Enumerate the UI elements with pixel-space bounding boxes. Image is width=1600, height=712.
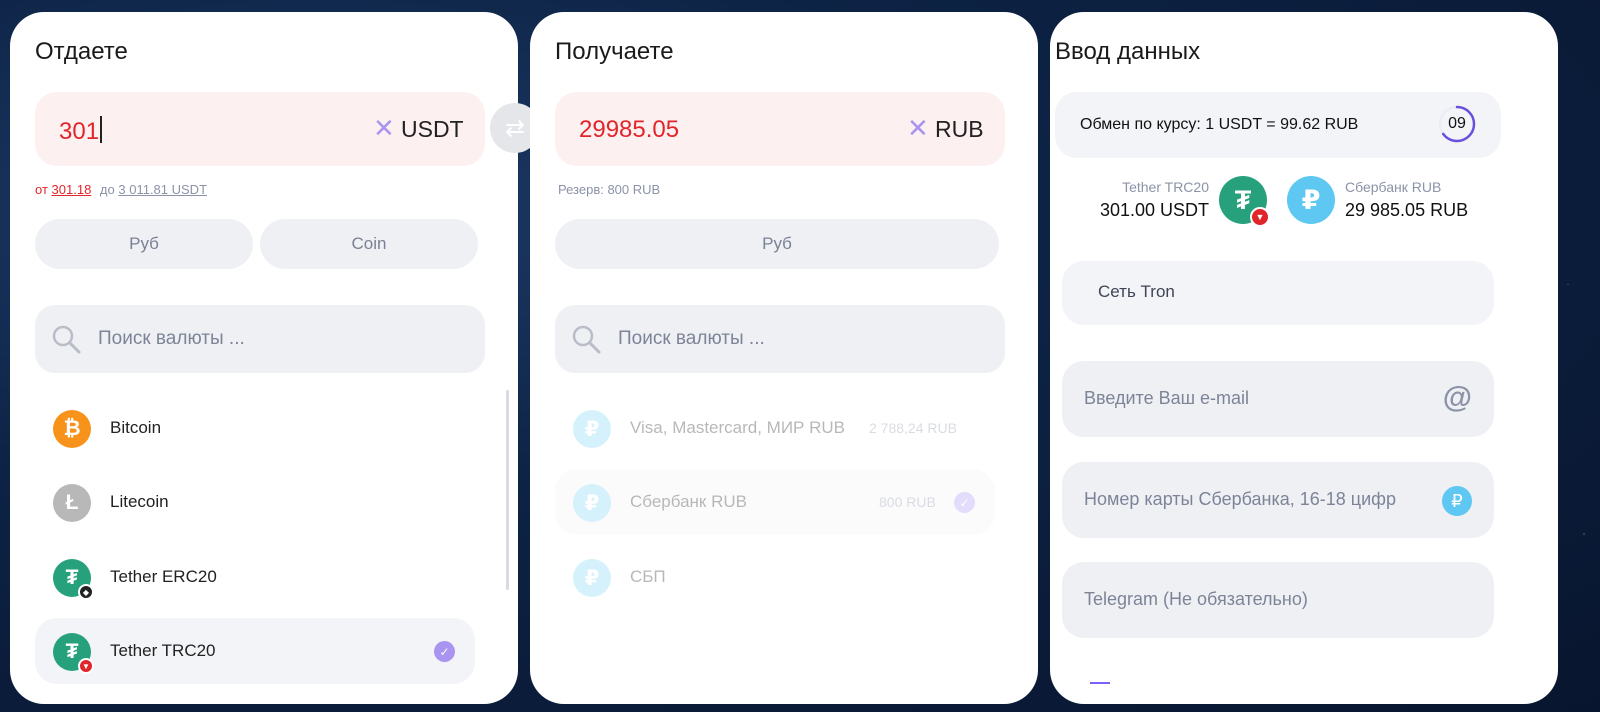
swap-arrows-icon: ⇄	[504, 114, 526, 142]
receive-currency-code: RUB	[935, 116, 984, 142]
receive-amount-field[interactable]: 29985.05 ✕ RUB	[555, 92, 1005, 166]
rate-info: Обмен по курсу: 1 USDT = 99.62 RUB 09	[1055, 92, 1501, 158]
search-placeholder: Поиск валюты ...	[98, 328, 245, 349]
rate-timer: 09	[1437, 104, 1477, 144]
pair-from-amount: 301.00 USDT	[1099, 200, 1209, 220]
list-scrollbar[interactable]	[506, 390, 509, 590]
progress-indicator	[1090, 682, 1110, 684]
at-icon: @	[1442, 381, 1472, 414]
card-placeholder: Номер карты Сбербанка, 16-18 цифр	[1084, 489, 1396, 509]
tron-badge-icon: ▼	[78, 658, 94, 674]
timer-value: 09	[1448, 115, 1466, 132]
pair-to-label: Сбербанк RUB	[1345, 179, 1442, 195]
min-amount-link[interactable]: 301.18	[52, 182, 92, 197]
list-item-litecoin[interactable]: Ł Litecoin	[35, 469, 475, 535]
ethereum-badge-icon: ◆	[78, 584, 94, 600]
tether-icon: ₮ ◆	[53, 559, 94, 600]
list-item-sberbank-rub[interactable]: ₽ Сбербанк RUB 800 RUB ✓	[555, 469, 995, 535]
pair-to-amount: 29 985.05 RUB	[1345, 200, 1469, 220]
telegram-placeholder: Telegram (Не обязательно)	[1084, 589, 1308, 609]
tron-badge-icon: ▼	[1250, 207, 1270, 227]
check-icon: ✓	[954, 492, 975, 513]
litecoin-icon: Ł	[53, 484, 91, 522]
ruble-icon: ₽	[573, 484, 611, 522]
card-number-field[interactable]: Номер карты Сбербанка, 16-18 цифр ₽	[1062, 462, 1494, 538]
max-amount-link[interactable]: 3 011.81 USDT	[118, 182, 207, 197]
ruble-icon: ₽	[573, 559, 611, 597]
receive-search-input[interactable]: Поиск валюты ...	[555, 305, 1005, 373]
check-icon: ✓	[434, 641, 455, 662]
clear-icon[interactable]: ✕	[907, 113, 929, 143]
list-item-sbp[interactable]: ₽ СБП	[555, 544, 995, 610]
tether-icon: ₮ ▼	[53, 633, 94, 674]
email-placeholder: Введите Ваш e-mail	[1084, 388, 1250, 408]
give-currency-code: USDT	[401, 116, 464, 142]
list-item-visa-mastercard-mir[interactable]: ₽ Visa, Mastercard, МИР RUB 2 788,24 RUB	[555, 395, 995, 461]
data-entry-title: Ввод данных	[1055, 38, 1201, 65]
receive-panel: Получаете 29985.05 ✕ RUB Резерв: 800 RUB…	[530, 12, 1038, 704]
tab-rub[interactable]: Руб	[555, 219, 999, 269]
reserve-text: Резерв: 800 RUB	[558, 182, 661, 197]
give-search-input[interactable]: Поиск валюты ...	[35, 305, 485, 373]
receive-amount-value[interactable]: 29985.05	[579, 116, 679, 144]
clear-icon[interactable]: ✕	[373, 113, 395, 143]
ruble-icon: ₽	[1287, 176, 1335, 224]
give-amount-field[interactable]: 301 ✕ USDT	[35, 92, 485, 166]
pair-from-label: Tether TRC20	[1122, 179, 1209, 195]
ruble-icon: ₽	[1442, 486, 1472, 516]
give-panel: Отдаете 301 ✕ USDT от 301.18 до 3 011.81…	[10, 12, 518, 704]
method-reserve: 800 RUB	[879, 494, 936, 510]
give-limits: от 301.18 до 3 011.81 USDT	[35, 182, 208, 197]
search-icon	[572, 325, 601, 354]
method-reserve: 2 788,24 RUB	[869, 420, 957, 436]
list-item-bitcoin[interactable]: ₿ Bitcoin	[35, 395, 475, 461]
receive-title: Получаете	[555, 38, 674, 65]
give-title: Отдаете	[35, 38, 128, 65]
data-entry-panel: Ввод данных Обмен по курсу: 1 USDT = 99.…	[1050, 12, 1558, 704]
tether-icon: ₮ ▼	[1219, 176, 1270, 227]
list-item-tether-erc20[interactable]: ₮ ◆ Tether ERC20	[35, 544, 475, 610]
exchange-rate-text: Обмен по курсу: 1 USDT = 99.62 RUB	[1080, 116, 1359, 133]
list-item-tether-trc20[interactable]: ₮ ▼ Tether TRC20 ✓	[35, 618, 475, 684]
search-icon	[52, 325, 81, 354]
ruble-icon: ₽	[573, 410, 611, 448]
search-placeholder: Поиск валюты ...	[618, 328, 765, 349]
tab-rub[interactable]: Руб	[35, 219, 253, 269]
email-field[interactable]: Введите Ваш e-mail @	[1062, 361, 1494, 437]
give-amount-value[interactable]: 301	[59, 116, 103, 146]
tab-coin[interactable]: Coin	[260, 219, 478, 269]
bitcoin-icon: ₿	[53, 410, 91, 448]
network-field: Сеть Tron	[1062, 261, 1494, 325]
telegram-field[interactable]: Telegram (Не обязательно)	[1062, 562, 1494, 638]
text-caret	[100, 116, 103, 143]
